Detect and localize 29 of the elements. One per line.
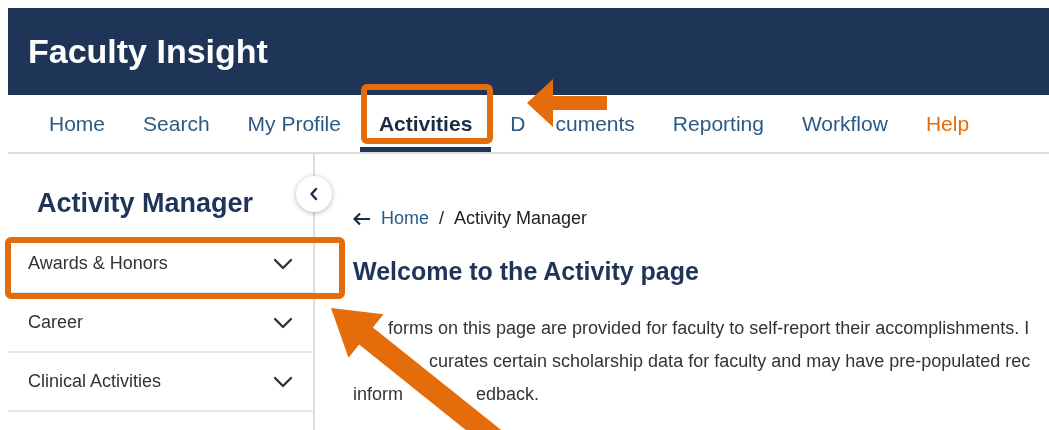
paragraph-text: curates certain scholarship data for faculty and may have pre-populated rec bbox=[429, 350, 1031, 373]
chevron-down-icon bbox=[273, 257, 293, 270]
accordion-item[interactable]: Awards & Honors bbox=[8, 235, 313, 294]
breadcrumb-link[interactable]: Home bbox=[381, 208, 429, 229]
item-label: Clinical Activities bbox=[28, 371, 162, 392]
nav-tab[interactable]: My Profile bbox=[228, 95, 360, 152]
accordion-item[interactable]: Career bbox=[8, 294, 313, 353]
chevron-down-icon bbox=[273, 316, 293, 329]
nav-tab[interactable]: Reporting bbox=[653, 95, 783, 152]
paragraph-text: forms on this page are provided for faculty to self-report their accomplishments. I bbox=[388, 317, 1030, 340]
nav-tab[interactable]: Workflow bbox=[782, 95, 907, 152]
breadcrumb-separator: / bbox=[439, 208, 445, 229]
chevron-left-icon bbox=[309, 187, 319, 201]
page-heading: Welcome to the Activity page bbox=[353, 257, 700, 286]
sidebar-title: Activity Manager bbox=[36, 187, 255, 220]
nav-tab[interactable]: D cuments bbox=[491, 95, 654, 152]
item-label: Career bbox=[28, 312, 84, 333]
collapse-button[interactable] bbox=[296, 176, 332, 212]
item-label: Awards & Honors bbox=[28, 253, 168, 274]
back-arrow-icon bbox=[353, 211, 371, 226]
app-title: Faculty Insight bbox=[28, 32, 268, 71]
nav-tab[interactable]: Home bbox=[30, 95, 125, 152]
nav-tab[interactable]: Search bbox=[124, 95, 229, 152]
breadcrumb-current: Activity Manager bbox=[454, 208, 588, 229]
chevron-down-icon bbox=[273, 375, 293, 388]
accordion-item[interactable]: Clinical Activities bbox=[8, 353, 313, 412]
nav-tab[interactable]: Activities bbox=[359, 95, 492, 152]
paragraph-text: edback. bbox=[476, 383, 540, 406]
paragraph-text: inform bbox=[353, 383, 403, 406]
